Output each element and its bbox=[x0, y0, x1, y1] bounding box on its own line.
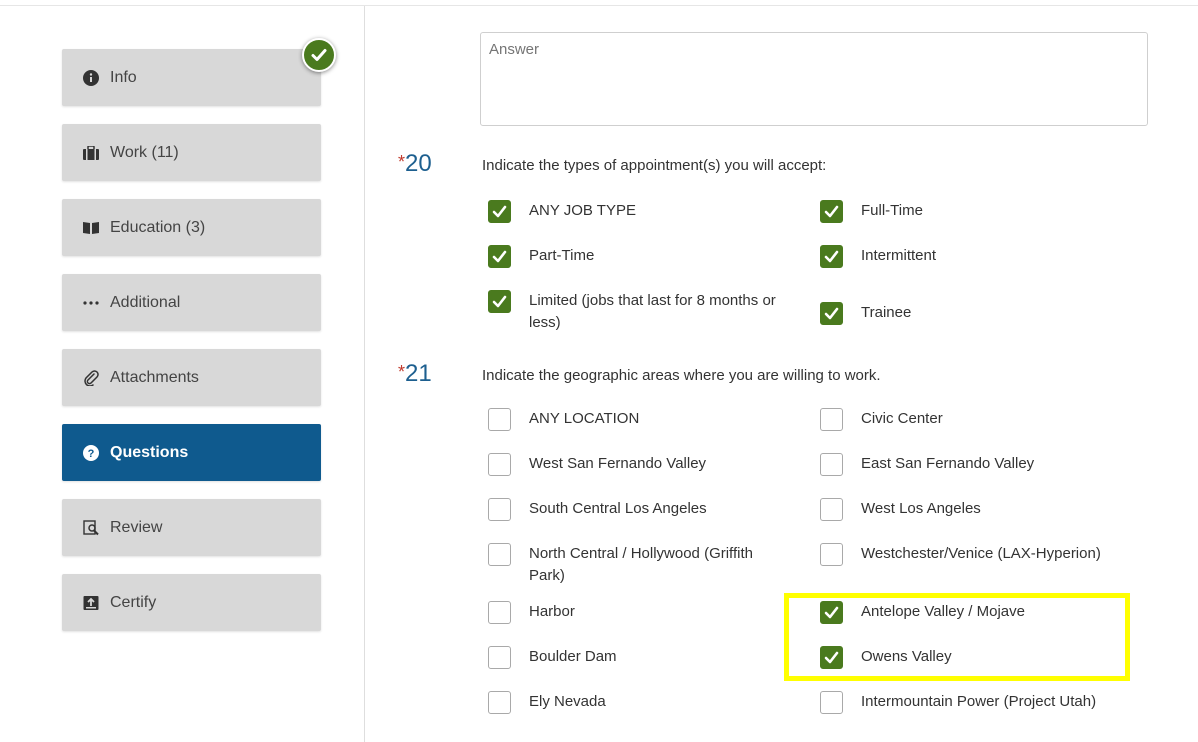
question-text-20: Indicate the types of appointment(s) you… bbox=[482, 157, 827, 174]
checkbox-label: Harbor bbox=[529, 603, 575, 620]
check-icon bbox=[824, 250, 839, 263]
question-text-21: Indicate the geographic areas where you … bbox=[482, 367, 881, 384]
checkbox-label: ANY JOB TYPE bbox=[529, 202, 636, 219]
sidebar-item-questions[interactable]: ? Questions bbox=[62, 424, 321, 481]
checkbox-option[interactable]: Ely Nevada bbox=[488, 691, 789, 714]
checkbox-label: ANY LOCATION bbox=[529, 410, 640, 427]
completed-check-icon bbox=[302, 38, 336, 72]
sidebar-item-label: Questions bbox=[110, 443, 189, 461]
sidebar-item-attachments[interactable]: Attachments bbox=[62, 349, 321, 406]
check-icon bbox=[492, 295, 507, 308]
ellipsis-icon bbox=[82, 294, 100, 312]
sidebar-item-education[interactable]: Education (3) bbox=[62, 199, 321, 256]
checkbox-option[interactable]: Westchester/Venice (LAX-Hyperion) bbox=[820, 543, 1141, 566]
checkbox-unchecked[interactable] bbox=[820, 543, 843, 566]
sidebar-item-additional[interactable]: Additional bbox=[62, 274, 321, 331]
checkbox-option[interactable]: Full-Time bbox=[820, 200, 1141, 223]
checkbox-label: Limited (jobs that last for 8 months or … bbox=[529, 292, 776, 331]
checkbox-option[interactable]: West San Fernando Valley bbox=[488, 453, 789, 476]
sidebar-item-work[interactable]: Work (11) bbox=[62, 124, 321, 181]
sidebar-item-review[interactable]: Review bbox=[62, 499, 321, 556]
answer-textarea[interactable] bbox=[480, 32, 1148, 126]
paperclip-icon bbox=[82, 369, 100, 387]
checkbox-label: Civic Center bbox=[861, 410, 943, 427]
checkbox-unchecked[interactable] bbox=[488, 543, 511, 566]
checkbox-label: North Central / Hollywood (Griffith Park… bbox=[529, 545, 753, 584]
checkbox-option[interactable]: South Central Los Angeles bbox=[488, 498, 789, 521]
checkbox-checked[interactable] bbox=[820, 302, 843, 325]
checkbox-label: West San Fernando Valley bbox=[529, 455, 707, 472]
checkbox-unchecked[interactable] bbox=[820, 408, 843, 431]
checkbox-option[interactable]: Intermountain Power (Project Utah) bbox=[820, 691, 1141, 714]
highlight-box bbox=[784, 593, 1130, 681]
checkbox-option[interactable]: Intermittent bbox=[820, 245, 1141, 268]
checkbox-label: East San Fernando Valley bbox=[861, 455, 1035, 472]
sidebar-item-label: Work (11) bbox=[110, 143, 179, 161]
checkbox-option[interactable]: East San Fernando Valley bbox=[820, 453, 1141, 476]
checkbox-option[interactable]: Civic Center bbox=[820, 408, 1141, 431]
checkbox-option[interactable]: Part-Time bbox=[488, 245, 789, 268]
checkbox-option[interactable]: ANY LOCATION bbox=[488, 408, 789, 431]
checkbox-option[interactable]: ANY JOB TYPE bbox=[488, 200, 789, 223]
checkbox-checked[interactable] bbox=[820, 200, 843, 223]
checkbox-label: Intermittent bbox=[861, 247, 937, 264]
checkbox-checked[interactable] bbox=[488, 290, 511, 313]
sidebar-item-label: Certify bbox=[110, 593, 157, 611]
checkbox-label: Part-Time bbox=[529, 247, 595, 264]
checkbox-option[interactable]: Boulder Dam bbox=[488, 646, 789, 669]
checkbox-label: West Los Angeles bbox=[861, 500, 981, 517]
check-icon bbox=[824, 205, 839, 218]
checkbox-unchecked[interactable] bbox=[488, 646, 511, 669]
checkbox-checked[interactable] bbox=[488, 245, 511, 268]
briefcase-icon bbox=[82, 144, 100, 162]
checkbox-label: Trainee bbox=[861, 304, 912, 321]
question-circle-icon: ? bbox=[82, 444, 100, 462]
sidebar-item-label: Info bbox=[110, 68, 137, 86]
checkbox-option[interactable]: West Los Angeles bbox=[820, 498, 1141, 521]
check-icon bbox=[824, 307, 839, 320]
sidebar-item-certify[interactable]: Certify bbox=[62, 574, 321, 631]
sidebar-item-info[interactable]: Info bbox=[62, 49, 321, 106]
sidebar-item-label: Education (3) bbox=[110, 218, 206, 236]
check-icon bbox=[492, 250, 507, 263]
certify-icon bbox=[82, 594, 100, 612]
checkbox-unchecked[interactable] bbox=[488, 601, 511, 624]
checkbox-option[interactable]: Harbor bbox=[488, 601, 789, 624]
checkbox-label: South Central Los Angeles bbox=[529, 500, 707, 517]
checkbox-option[interactable]: Limited (jobs that last for 8 months or … bbox=[488, 290, 789, 334]
checkbox-checked[interactable] bbox=[488, 200, 511, 223]
checkbox-label: Boulder Dam bbox=[529, 648, 617, 665]
review-icon bbox=[82, 519, 100, 537]
required-marker: * bbox=[398, 152, 406, 172]
checkbox-unchecked[interactable] bbox=[820, 498, 843, 521]
sidebar-item-label: Review bbox=[110, 518, 163, 536]
book-icon bbox=[82, 219, 100, 237]
checkbox-unchecked[interactable] bbox=[488, 408, 511, 431]
checkbox-option[interactable]: Trainee bbox=[820, 302, 1141, 325]
check-icon bbox=[492, 205, 507, 218]
checkbox-label: Ely Nevada bbox=[529, 693, 606, 710]
checkbox-label: Intermountain Power (Project Utah) bbox=[861, 693, 1097, 710]
checkbox-option[interactable]: North Central / Hollywood (Griffith Park… bbox=[488, 543, 789, 587]
sidebar-item-label: Attachments bbox=[110, 368, 199, 386]
svg-text:?: ? bbox=[88, 448, 95, 460]
question-number-20: *20 bbox=[398, 150, 432, 177]
info-icon bbox=[82, 69, 100, 87]
checkbox-unchecked[interactable] bbox=[820, 453, 843, 476]
checkbox-label: Full-Time bbox=[861, 202, 923, 219]
checkbox-unchecked[interactable] bbox=[488, 691, 511, 714]
checkbox-label: Westchester/Venice (LAX-Hyperion) bbox=[861, 545, 1101, 562]
checkbox-unchecked[interactable] bbox=[488, 498, 511, 521]
checkbox-unchecked[interactable] bbox=[488, 453, 511, 476]
question-number-21: *21 bbox=[398, 360, 432, 387]
required-marker: * bbox=[398, 362, 406, 382]
sidebar-item-label: Additional bbox=[110, 293, 181, 311]
checkbox-unchecked[interactable] bbox=[820, 691, 843, 714]
checkbox-checked[interactable] bbox=[820, 245, 843, 268]
